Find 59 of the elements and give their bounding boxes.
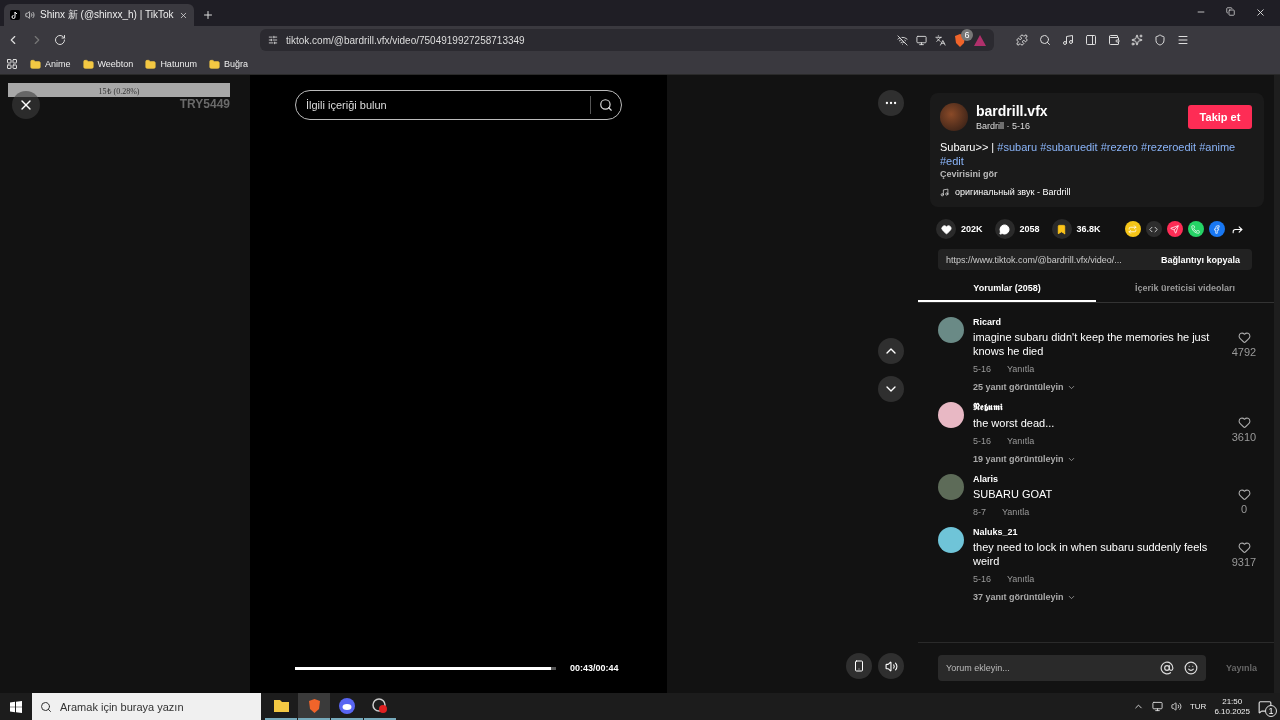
translate-link[interactable]: Çevirisini gör [940, 169, 1252, 179]
reply-link[interactable]: Yanıtla [1007, 364, 1035, 374]
count-badge: 6 [961, 28, 973, 41]
url-text: tiktok.com/@bardrill.vfx/video/7504919927258713349 [286, 34, 526, 46]
tab[interactable]: İçerik üreticisi videoları [1096, 276, 1274, 302]
browser-tab[interactable]: Shinx 新 (@shinxx_h) | TikTok [4, 4, 194, 26]
tab-title: Shinx 新 (@shinxx_h) | TikTok [40, 8, 174, 22]
hashtag-link[interactable]: #rezero [1100, 141, 1138, 153]
view-replies-button[interactable]: 19 yanıt görüntüleyin [973, 454, 1076, 464]
caption: Subaru>> | #subaru #subaruedit #rezero #rezeroedit #anime #edit [940, 140, 1237, 168]
language-indicator[interactable]: TUR [1189, 702, 1207, 711]
progress-bar-label: 15₺ (0.28%) [8, 83, 230, 97]
like-count: 0 [1240, 503, 1248, 515]
comment-date: 5-16 [973, 436, 991, 446]
count-label: 36.8K [1076, 224, 1101, 234]
link-text: https://www.tiktok.com/@bardrill.vfx/video/... [945, 254, 1123, 265]
count-label: 202K [961, 224, 983, 234]
view-replies-button[interactable]: 37 yanıt görüntüleyin [973, 592, 1076, 602]
comment-text: they need to lock in when subaru suddenly feels weird [973, 540, 1209, 568]
notification-badge: 1 [1265, 704, 1277, 717]
post-meta: Bardrill · 5-16 [976, 121, 1032, 131]
bookmark-folder[interactable]: Hatunum [145, 58, 197, 70]
reply-link[interactable]: Yanıtla [1007, 436, 1035, 446]
address-bar[interactable]: tiktok.com/@bardrill.vfx/video/7504919927258713349 6 [260, 29, 994, 51]
comment-date: 5-16 [973, 574, 991, 584]
currency-label: TRY5449 [179, 97, 230, 111]
hashtag-link[interactable]: #subaruedit [1040, 141, 1098, 153]
username: bardrill.vfx [976, 103, 1049, 119]
like-count: 9317 [1231, 556, 1257, 568]
hashtag-link[interactable]: #subaru [997, 141, 1038, 153]
hashtag-link[interactable]: #rezeroedit [1141, 141, 1197, 153]
comment-text: imagine subaru didn't keep the memories he just knows he died [973, 330, 1211, 358]
comment-text: the worst dead... [973, 416, 1056, 430]
comment-author: Ricard [973, 317, 1002, 327]
like-count: 3610 [1231, 431, 1257, 443]
view-replies-button[interactable]: 25 yanıt görüntüleyin [973, 382, 1076, 392]
sound-link[interactable]: оригинальный звук - Bardrill [955, 187, 1071, 197]
like-count: 4792 [1231, 346, 1257, 358]
clock[interactable]: 21:50 6.10.2025 [1214, 696, 1250, 717]
comment-field[interactable]: Yorum ekleyin... [938, 655, 1206, 681]
follow-button[interactable]: Takip et [1188, 105, 1252, 129]
bookmark-folder[interactable]: Buğra [208, 58, 248, 70]
comment-date: 8-7 [973, 507, 986, 517]
hashtag-link[interactable]: #anime [1199, 141, 1236, 153]
reply-link[interactable]: Yanıtla [1007, 574, 1035, 584]
bookmark-folder[interactable]: Weebton [82, 58, 134, 70]
comment-author: 𝕹𝖊𝖇𝖚𝖒𝖎 [973, 402, 1004, 413]
copy-link-button[interactable]: Bağlantıyı kopyala [1154, 254, 1252, 265]
comment-author: Naluks_21 [973, 527, 1019, 537]
tab[interactable]: Yorumlar (2058) [918, 276, 1096, 302]
bookmark-folder[interactable]: Anime [30, 58, 71, 70]
comment-text: SUBARU GOAT [973, 487, 1054, 501]
time-label: 00:43/00:44 [570, 663, 619, 673]
taskbar-search-field[interactable]: Aramak için buraya yazın [32, 693, 261, 720]
comment-author: Alaris [973, 474, 999, 484]
reply-link[interactable]: Yanıtla [1002, 507, 1030, 517]
count-label: 2058 [1019, 224, 1040, 234]
comment-date: 5-16 [973, 364, 991, 374]
hashtag-link[interactable]: #edit [940, 155, 964, 167]
